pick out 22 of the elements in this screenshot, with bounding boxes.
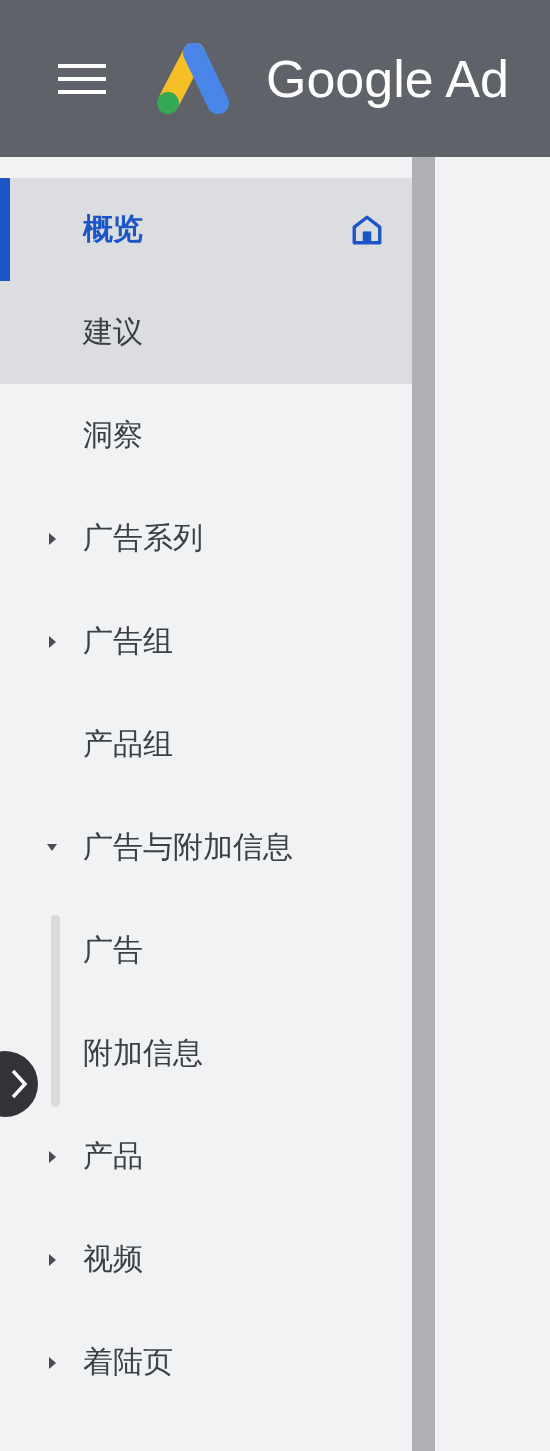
nav-subitem[interactable]: 广告 [66, 899, 412, 1002]
caret-icon[interactable] [47, 1355, 57, 1370]
chevron-right-icon [10, 1068, 28, 1100]
caret-icon[interactable] [47, 634, 57, 649]
nav-item[interactable]: 洞察 [0, 384, 412, 487]
scrollbar[interactable] [412, 157, 435, 1451]
nav-subitem[interactable]: 附加信息 [66, 1002, 412, 1105]
nav-item[interactable]: 广告组 [0, 590, 412, 693]
caret-icon[interactable] [47, 1252, 57, 1267]
nav-item[interactable]: 视频 [0, 1208, 412, 1311]
nav-item[interactable]: 概览 [0, 178, 412, 281]
app-title: Google Ad [266, 48, 509, 109]
caret-icon[interactable] [47, 1149, 57, 1164]
nav-item[interactable]: 广告与附加信息 [0, 796, 412, 899]
nav-item[interactable]: 建议 [0, 281, 412, 384]
nav-item[interactable]: 着陆页 [0, 1311, 412, 1414]
menu-icon[interactable] [58, 61, 106, 96]
nav-item[interactable]: 产品 [0, 1105, 412, 1208]
logo-icon [154, 42, 232, 115]
nav-item[interactable]: 产品组 [0, 693, 412, 796]
caret-icon[interactable] [47, 531, 57, 546]
nav-item[interactable]: 广告系列 [0, 487, 412, 590]
